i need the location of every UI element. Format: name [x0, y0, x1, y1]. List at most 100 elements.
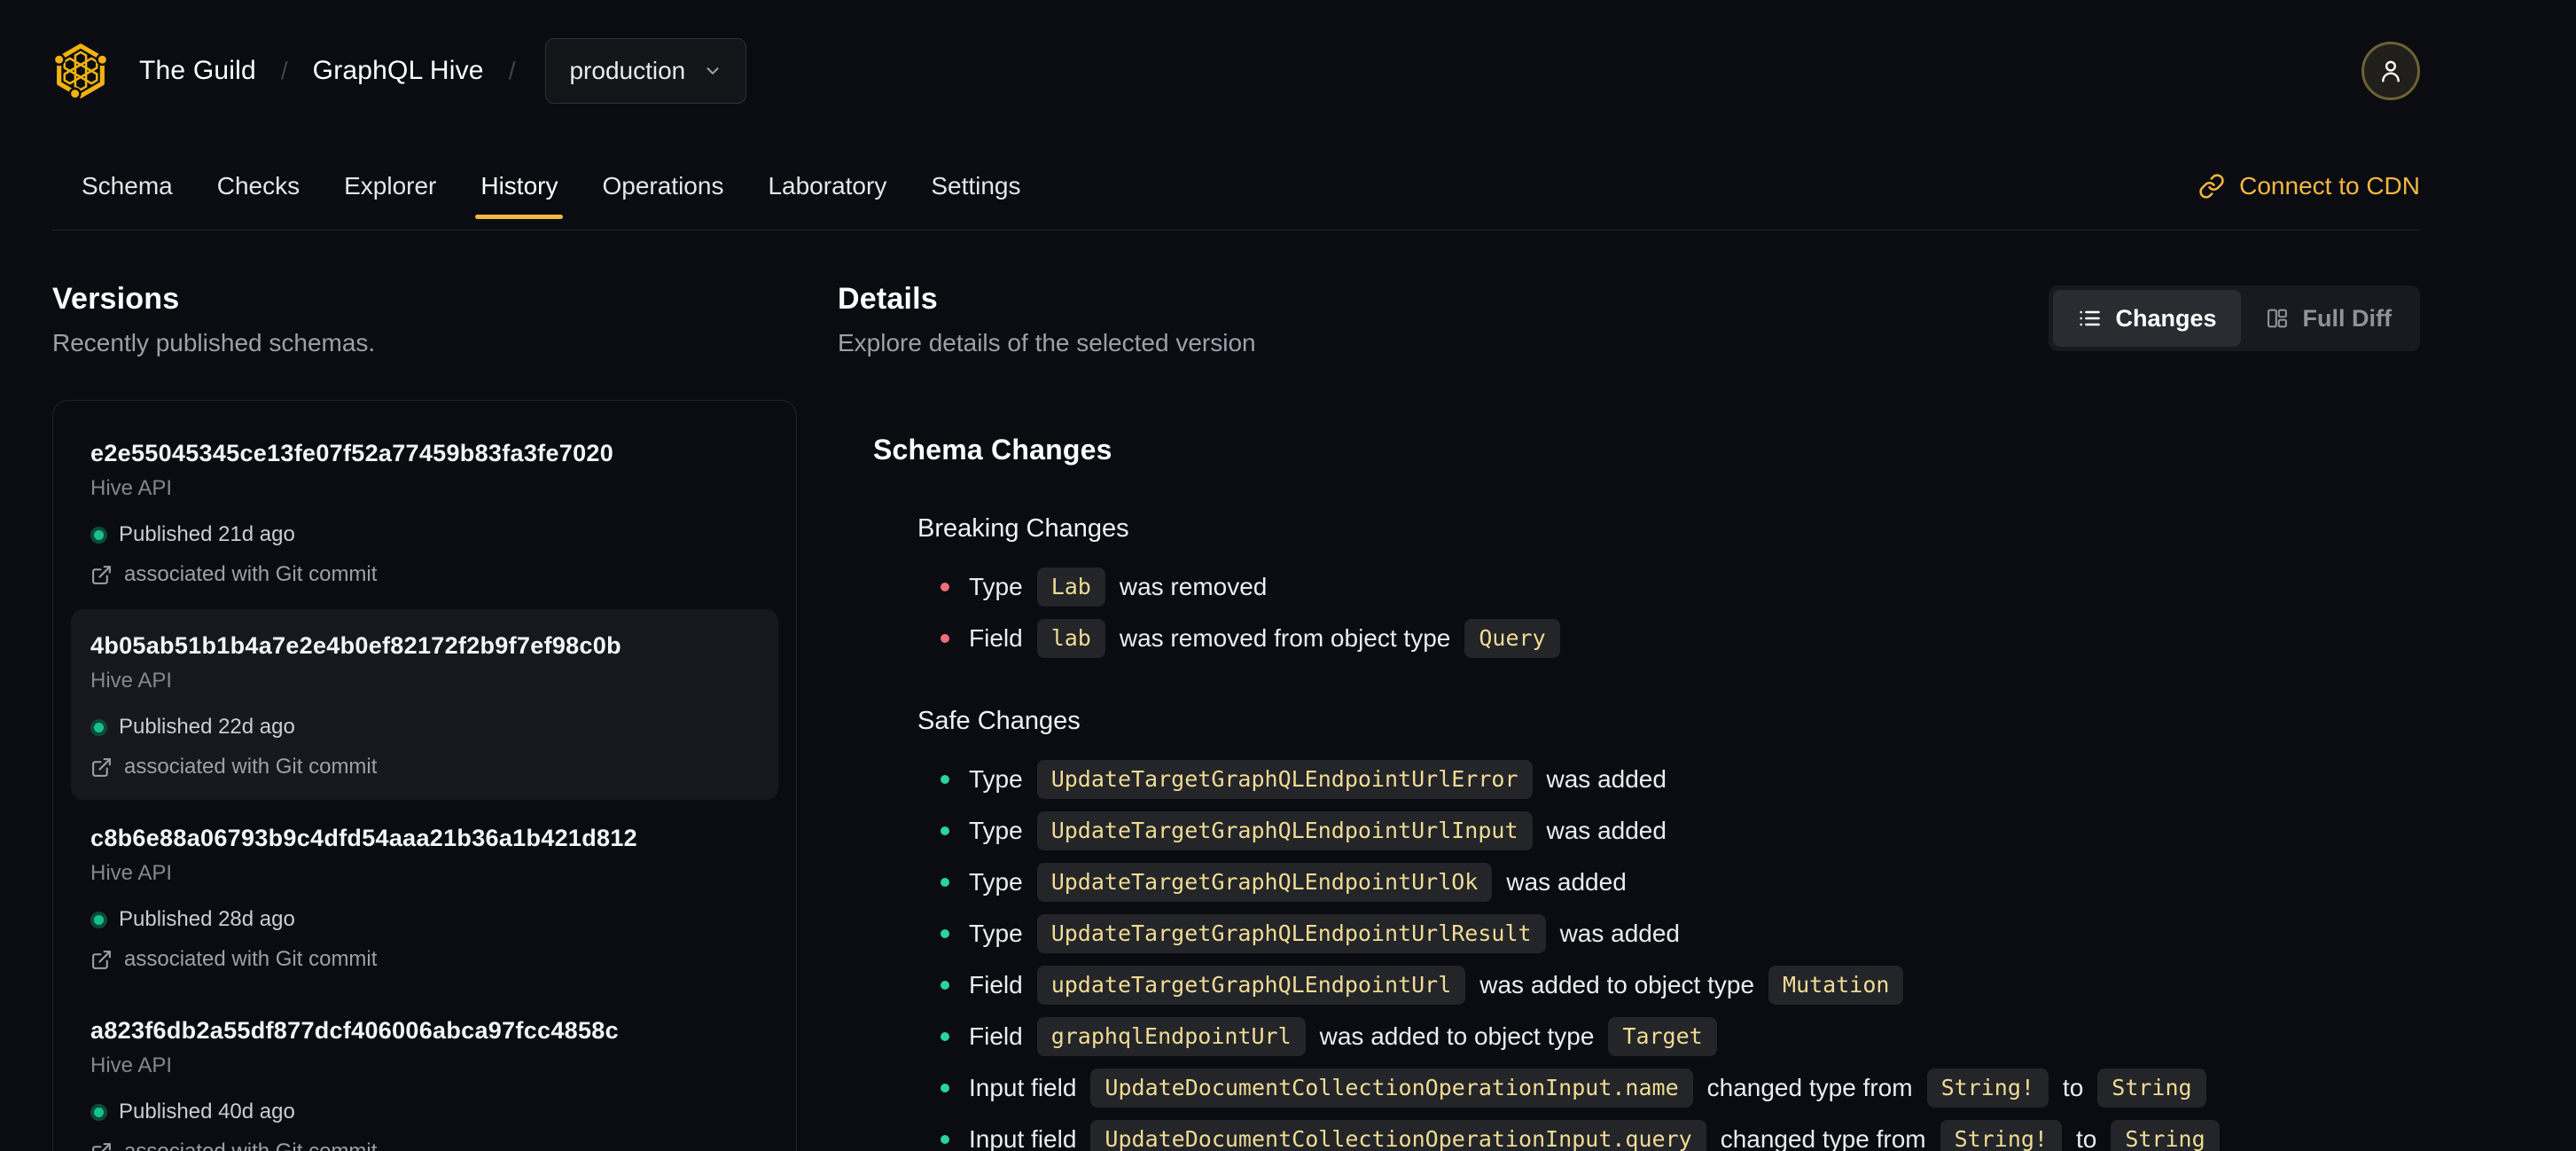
- code-chip: UpdateTargetGraphQLEndpointUrlResult: [1036, 914, 1546, 953]
- code-chip: String: [2097, 1069, 2206, 1108]
- tab-bar: Schema Checks Explorer History Operation…: [80, 142, 1023, 230]
- code-chip: Lab: [1036, 568, 1105, 607]
- versions-title: Versions: [52, 282, 180, 316]
- change-text: Type: [969, 920, 1023, 947]
- change-text: Field: [969, 971, 1023, 998]
- details-header: Details Explore details of the selected …: [838, 282, 2420, 357]
- git-commit-label: associated with Git commit: [124, 947, 378, 971]
- version-list-item[interactable]: c8b6e88a06793b9c4dfd54aaa21b36a1b421d812…: [71, 802, 778, 992]
- change-text: Type: [969, 868, 1023, 896]
- published-status-dot: [90, 718, 107, 736]
- code-chip: UpdateTargetGraphQLEndpointUrlError: [1036, 760, 1533, 799]
- version-service: Hive API: [90, 669, 173, 693]
- tab-explorer[interactable]: Explorer: [342, 142, 438, 230]
- code-chip: updateTargetGraphQLEndpointUrl: [1036, 966, 1466, 1005]
- code-chip: Query: [1464, 619, 1560, 658]
- change-sections: Breaking Changes Type Lab was removed Field…: [873, 514, 2420, 1151]
- code-chip: Target: [1608, 1017, 1717, 1056]
- breadcrumb-project[interactable]: GraphQL Hive: [313, 56, 484, 86]
- change-section-title: Breaking Changes: [917, 514, 1129, 543]
- code-chip: UpdateTargetGraphQLEndpointUrlOk: [1036, 863, 1493, 902]
- tab-label: Settings: [931, 171, 1021, 200]
- view-toggle-label: Full Diff: [2302, 304, 2392, 332]
- code-chip: lab: [1036, 619, 1105, 658]
- tab-label: History: [480, 171, 558, 200]
- tab-checks[interactable]: Checks: [215, 142, 301, 230]
- change-bullet-icon: [941, 878, 949, 887]
- git-commit-label: associated with Git commit: [124, 562, 378, 586]
- view-toggle-full-diff[interactable]: Full Diff: [2241, 290, 2416, 347]
- change-text: to: [2062, 1074, 2084, 1101]
- change-row: Type UpdateTargetGraphQLEndpointUrlInput w…: [941, 810, 2420, 851]
- view-toggle-changes[interactable]: Changes: [2053, 290, 2241, 347]
- change-row: Type UpdateTargetGraphQLEndpointUrlOk was …: [941, 862, 2420, 903]
- versions-panel: Versions Recently published schemas. e2e…: [52, 282, 797, 1151]
- git-commit-label: associated with Git commit: [124, 755, 378, 779]
- tab-label: Explorer: [344, 171, 437, 200]
- git-commit-link[interactable]: associated with Git commit: [90, 754, 759, 780]
- external-link-icon: [92, 757, 111, 777]
- header-row: The Guild / GraphQL Hive / production: [52, 0, 2420, 142]
- change-row: Type Lab was removed: [941, 567, 2420, 607]
- change-text: was added: [1506, 868, 1627, 896]
- git-commit-label: associated with Git commit: [124, 1139, 377, 1151]
- change-section-safe: Safe Changes Type UpdateTargetGraphQLEndp…: [873, 707, 2420, 1151]
- published-status-dot: [90, 526, 107, 544]
- version-list-item[interactable]: e2e55045345ce13fe07f52a77459b83fa3fe7020…: [71, 417, 778, 607]
- chevron-down-icon: [706, 67, 719, 74]
- connect-to-cdn-link[interactable]: Connect to CDN: [2198, 172, 2420, 200]
- person-icon: [2382, 60, 2400, 82]
- hive-logo-icon[interactable]: [52, 39, 109, 103]
- tab-settings[interactable]: Settings: [929, 142, 1022, 230]
- version-list-item[interactable]: 4b05ab51b1b4a7e2e4b0ef82172f2b9f7ef98c0b…: [71, 609, 778, 800]
- version-list-item[interactable]: a823f6db2a55df877dcf406006abca97fcc4858c…: [71, 994, 778, 1151]
- code-chip: String!: [1926, 1069, 2049, 1108]
- details-title: Details: [838, 282, 938, 316]
- schema-changes-title: Schema Changes: [873, 434, 1112, 466]
- change-text: Type: [969, 573, 1023, 600]
- code-chip: String: [2111, 1120, 2220, 1151]
- change-section-rows: Type Lab was removed Field lab was removed fr…: [917, 567, 2420, 659]
- change-bullet-icon: [941, 929, 949, 938]
- change-text: was added: [1559, 920, 1680, 947]
- change-text: was added to object type: [1479, 971, 1755, 998]
- version-published-label: Published 21d ago: [119, 522, 295, 546]
- user-menu-button[interactable]: [2361, 42, 2420, 100]
- change-text: Type: [969, 765, 1023, 793]
- versions-subtitle: Recently published schemas.: [52, 329, 376, 356]
- change-bullet-icon: [941, 1084, 949, 1092]
- change-bullet-icon: [941, 1032, 949, 1041]
- tab-bar-row: Schema Checks Explorer History Operation…: [52, 142, 2420, 231]
- git-commit-link[interactable]: associated with Git commit: [90, 946, 759, 973]
- tab-label: Schema: [82, 171, 173, 200]
- target-select[interactable]: production: [545, 38, 747, 104]
- version-hash: a823f6db2a55df877dcf406006abca97fcc4858c: [90, 1017, 619, 1044]
- change-row: Type UpdateTargetGraphQLEndpointUrlResult…: [941, 913, 2420, 954]
- link-icon: [2199, 173, 2224, 199]
- breadcrumb-org[interactable]: The Guild: [139, 56, 256, 86]
- change-text: was added: [1546, 817, 1667, 844]
- tab-label: Checks: [216, 171, 301, 200]
- change-section-rows: Type UpdateTargetGraphQLEndpointUrlError w…: [917, 759, 2420, 1151]
- view-toggle-label: Changes: [2115, 304, 2217, 332]
- breadcrumb: The Guild / GraphQL Hive / production: [139, 38, 747, 104]
- tab-laboratory[interactable]: Laboratory: [766, 142, 888, 230]
- external-link-icon: [92, 565, 111, 584]
- tab-history[interactable]: History: [475, 142, 564, 230]
- git-commit-link[interactable]: associated with Git commit: [90, 561, 759, 588]
- change-section-title: Safe Changes: [917, 707, 1081, 735]
- change-section-breaking: Breaking Changes Type Lab was removed Field…: [873, 514, 2420, 659]
- published-status-dot: [90, 911, 107, 928]
- git-commit-link[interactable]: associated with Git commit: [90, 1139, 759, 1151]
- tab-schema[interactable]: Schema: [80, 142, 175, 230]
- change-row: Field graphqlEndpointUrl was added to obje…: [941, 1016, 2420, 1057]
- change-text: Type: [969, 817, 1023, 844]
- change-text: Field: [969, 1022, 1023, 1050]
- code-chip: UpdateTargetGraphQLEndpointUrlInput: [1036, 811, 1533, 850]
- tab-operations[interactable]: Operations: [600, 142, 725, 230]
- change-text: Field: [969, 624, 1023, 652]
- code-chip: graphqlEndpointUrl: [1036, 1017, 1306, 1056]
- version-published-row: Published 40d ago: [90, 1099, 759, 1125]
- version-service: Hive API: [90, 861, 173, 885]
- version-service: Hive API: [90, 1053, 173, 1077]
